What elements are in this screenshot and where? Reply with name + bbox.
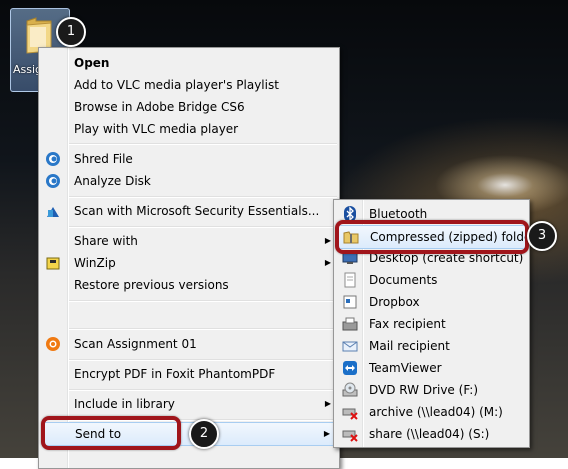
winzip-icon	[46, 257, 60, 270]
highlight-compressed-folder	[335, 220, 529, 254]
send-to-documents[interactable]: Documents	[336, 269, 527, 291]
callout-step-1: 1	[56, 17, 86, 47]
menu-separator	[69, 389, 337, 391]
dvd-drive-icon	[342, 382, 358, 397]
documents-icon	[344, 272, 356, 288]
menu-separator	[69, 300, 337, 302]
analyze-icon	[46, 174, 60, 188]
highlight-send-to	[41, 416, 181, 450]
security-essentials-icon	[47, 207, 59, 217]
menu-item-shred-file[interactable]: Shred File	[41, 148, 337, 170]
menu-item-adobe-bridge[interactable]: Browse in Adobe Bridge CS6	[41, 96, 337, 118]
send-to-dvd-drive[interactable]: DVD RW Drive (F:)	[336, 379, 527, 401]
callout-step-2: 2	[189, 419, 219, 449]
menu-separator	[69, 143, 337, 145]
network-drive-disconnected-icon	[342, 430, 358, 442]
submenu-arrow-icon: ▶	[324, 399, 331, 408]
submenu-arrow-icon: ▶	[323, 429, 330, 438]
send-to-teamviewer[interactable]: TeamViewer	[336, 357, 527, 379]
send-to-fax[interactable]: Fax recipient	[336, 313, 527, 335]
menu-item-vlc-playlist[interactable]: Add to VLC media player's Playlist	[41, 74, 337, 96]
send-to-dropbox[interactable]: Dropbox	[336, 291, 527, 313]
menu-separator	[69, 359, 337, 361]
mail-icon	[342, 341, 358, 352]
menu-item-open[interactable]: Open	[41, 52, 337, 74]
network-drive-disconnected-icon	[342, 408, 358, 420]
send-to-archive-drive[interactable]: archive (\\lead04) (M:)	[336, 401, 527, 423]
shred-icon	[46, 152, 60, 166]
callout-step-3: 3	[527, 221, 557, 251]
menu-item-analyze-disk[interactable]: Analyze Disk	[41, 170, 337, 192]
send-to-mail[interactable]: Mail recipient	[336, 335, 527, 357]
context-menu: Open Add to VLC media player's Playlist …	[38, 47, 340, 469]
send-to-share-drive[interactable]: share (\\lead04) (S:)	[336, 423, 527, 445]
menu-item-scan-assignment[interactable]: Scan Assignment 01	[41, 333, 337, 355]
menu-item-restore-versions[interactable]: Restore previous versions	[41, 274, 337, 296]
dropbox-icon	[343, 295, 357, 309]
menu-separator	[69, 328, 337, 330]
menu-item-encrypt-pdf[interactable]: Encrypt PDF in Foxit PhantomPDF	[41, 363, 337, 385]
menu-separator	[69, 196, 337, 198]
menu-item-winzip[interactable]: WinZip ▶	[41, 252, 337, 274]
teamviewer-icon	[343, 361, 357, 375]
menu-item-vlc-play[interactable]: Play with VLC media player	[41, 118, 337, 140]
submenu-arrow-icon: ▶	[324, 258, 331, 267]
avast-icon	[46, 337, 60, 351]
menu-item-include-library[interactable]: Include in library ▶	[41, 393, 337, 415]
fax-icon	[342, 317, 358, 331]
menu-item-scan-mse[interactable]: Scan with Microsoft Security Essentials.…	[41, 200, 337, 222]
menu-separator	[69, 226, 337, 228]
menu-item-share-with[interactable]: Share with ▶	[41, 230, 337, 252]
submenu-arrow-icon: ▶	[324, 236, 331, 245]
